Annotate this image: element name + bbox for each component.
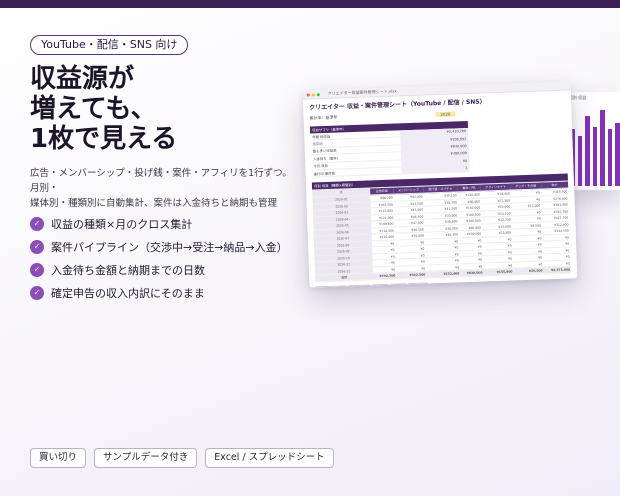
sheet-tab[interactable]: 収益入力 <box>348 284 371 288</box>
description: 広告・メンバーシップ・投げ銭・案件・アフィリを1行ずつ。月別・ 媒体別・種類別に… <box>30 166 295 211</box>
sheet-tab[interactable]: 設定 <box>390 282 407 288</box>
check-icon: ✓ <box>30 216 44 231</box>
summary-table: 収益サマリ（基準年） 年間 総収益 ¥2,410,700 月平均 ¥200,892 最も… <box>309 120 470 178</box>
feature-label: 確定申告の収入内訳にそのまま <box>51 286 205 300</box>
chart-bar <box>600 110 605 186</box>
sheet-tab[interactable]: 案件 <box>372 283 389 288</box>
close-dot-icon <box>306 92 310 97</box>
chart-bar <box>615 123 620 186</box>
chart-title: 月別 収益 <box>569 95 587 100</box>
chart-bar <box>585 116 590 186</box>
monthly-matrix: 月別 収益（種類×期間別） 月広告収益 メンバーシップ 投げ銭・スパチャ 案件・PR ア… <box>311 173 572 282</box>
headline-line-2: 増えても、 <box>30 94 157 124</box>
summary-value: 3 <box>401 164 470 175</box>
window-title: クリエイター収益案件管理シート.xlsx <box>327 88 397 96</box>
sheet-tab[interactable]: 使い方 <box>408 282 428 288</box>
description-line-1: 広告・メンバーシップ・投げ銭・案件・アフィリを1行ずつ。月別・ <box>30 168 292 194</box>
check-icon: ✓ <box>30 262 44 277</box>
chart-preview: 月別 収益 <box>566 92 620 190</box>
chart-bar <box>592 126 598 186</box>
audience-badge: YouTube・配信・SNS 向け <box>30 35 189 55</box>
tag-excel: Excel / スプレッドシート <box>205 448 334 468</box>
maximize-dot-icon <box>316 92 320 96</box>
sheet-tab[interactable]: ダッシュボード <box>315 285 347 288</box>
tag-one-time-purchase: 買い切り <box>30 448 87 468</box>
year-value: 2026 <box>435 110 456 117</box>
tag-sample-data: サンプルデータ付き <box>94 448 198 468</box>
check-icon: ✓ <box>30 285 44 300</box>
feature-list: ✓ 収益の種類×月のクロス集計 ✓ 案件パイプライン（交渉中→受注→納品→入金） ✓… <box>30 212 288 304</box>
top-accent-bar <box>0 0 620 8</box>
tag-list: 買い切り サンプルデータ付き Excel / スプレッドシート <box>30 448 334 468</box>
minimize-dot-icon <box>311 92 315 96</box>
headline-line-1: 収益源が <box>30 64 135 94</box>
feature-label: 入金待ち金額と納期までの日数 <box>51 263 205 277</box>
chart-bar <box>577 135 583 186</box>
feature-item: ✓ 案件パイプライン（交渉中→受注→納品→入金） <box>30 235 288 258</box>
year-filter-label: 集計年：基準年 <box>309 114 338 121</box>
spreadsheet-preview: クリエイター収益案件管理シート.xlsx クリエイター 収益・案件管理シート（Y… <box>302 81 578 288</box>
feature-label: 案件パイプライン（交渉中→受注→納品→入金） <box>51 240 288 254</box>
feature-item: ✓ 収益の種類×月のクロス集計 <box>30 212 288 235</box>
check-icon: ✓ <box>30 239 44 254</box>
headline-line-3: 1枚で見える <box>30 124 178 154</box>
chart-bars <box>570 106 620 186</box>
feature-item: ✓ 確定申告の収入内訳にそのまま <box>30 281 288 304</box>
headline: 収益源が 増えても、 1枚で見える <box>30 64 270 154</box>
feature-item: ✓ 入金待ち金額と納期までの日数 <box>30 258 288 281</box>
description-line-2: 媒体別・種類別に自動集計、案件は入金待ちと納期も管理 <box>30 198 278 209</box>
chart-bar <box>607 129 613 186</box>
feature-label: 収益の種類×月のクロス集計 <box>51 217 193 231</box>
